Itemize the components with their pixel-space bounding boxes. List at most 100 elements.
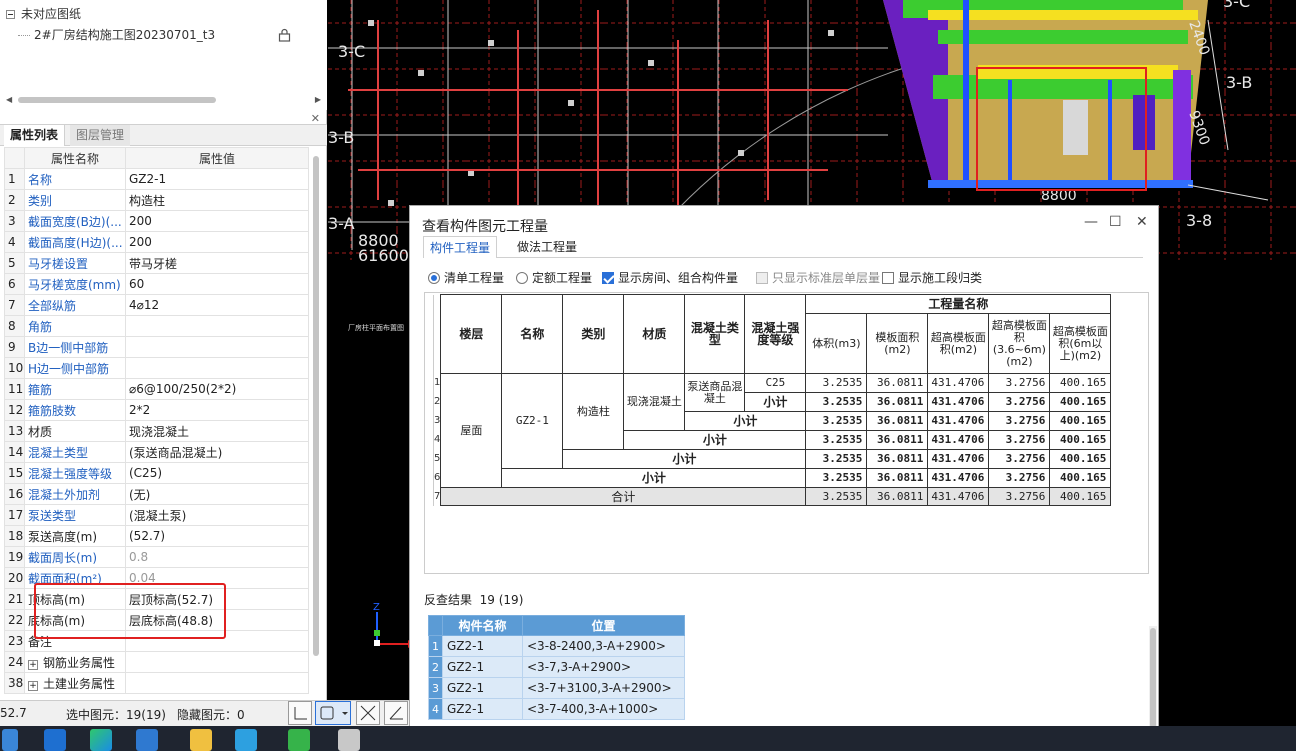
property-row[interactable]: 15 混凝土强度等级 (C25) [4, 462, 309, 484]
vertical-scrollbar[interactable] [1149, 626, 1157, 731]
property-row[interactable]: 16 混凝土外加剂 (无) [4, 483, 309, 505]
property-value[interactable]: (混凝土泵) [125, 504, 309, 526]
tab-property-list[interactable]: 属性列表 [4, 125, 66, 146]
app-icon[interactable] [235, 729, 257, 751]
vertical-scrollbar[interactable] [312, 150, 320, 660]
row-number: 1 [4, 168, 25, 190]
property-row[interactable]: 13 材质 现浇混凝土 [4, 420, 309, 442]
property-value[interactable]: 200 [125, 231, 309, 253]
property-value[interactable] [125, 315, 309, 337]
wechat-icon[interactable] [288, 729, 310, 751]
tree-node-drawing[interactable]: 2#厂房结构施工图20230701_t3 [18, 25, 303, 45]
option-label: 显示房间、组合构件量 [618, 271, 739, 285]
ding-e-radio[interactable]: 定额工程量 [516, 269, 592, 287]
property-name: 截面周长(m) [24, 546, 126, 568]
table-row[interactable]: 3 GZ2-1 <3-7+3100,3-A+2900> [428, 677, 685, 699]
property-row[interactable]: 38 + 土建业务属性 [4, 672, 309, 694]
ortho-tool-icon[interactable] [288, 701, 312, 725]
property-name: 截面宽度(B边)(... [24, 210, 126, 232]
property-row[interactable]: 7 全部纵筋 4⌀12 [4, 294, 309, 316]
property-value[interactable]: 60 [125, 273, 309, 295]
select-mode-icon[interactable] [315, 701, 351, 725]
collapse-icon[interactable] [6, 10, 15, 19]
property-value[interactable]: 带马牙槎 [125, 252, 309, 274]
row-number: 5 [4, 252, 25, 274]
property-row[interactable]: 4 截面高度(H边)(... 200 [4, 231, 309, 253]
property-value[interactable]: 2*2 [125, 399, 309, 421]
property-row[interactable]: 6 马牙槎宽度(mm) 60 [4, 273, 309, 295]
stage-checkbox[interactable]: 显示施工段归类 [882, 269, 982, 287]
property-row[interactable]: 5 马牙槎设置 带马牙槎 [4, 252, 309, 274]
angle-tool-icon[interactable] [384, 701, 408, 725]
calculator-icon[interactable] [338, 729, 360, 751]
app-icon[interactable] [2, 729, 18, 751]
table-row[interactable]: 1 GZ2-1 <3-8-2400,3-A+2900> [428, 635, 685, 657]
property-value[interactable]: 4⌀12 [125, 294, 309, 316]
cell-high-formwork-6: 400.165 [1049, 468, 1112, 488]
quantity-table-area: 楼层 名称 类别 材质 混凝土类型 混凝土强度等级 工程量名称 体积(m3) 模… [424, 292, 1149, 574]
scroll-thumb[interactable] [1150, 628, 1156, 728]
property-value[interactable] [125, 357, 309, 379]
scroll-thumb[interactable] [18, 97, 216, 103]
row-number [432, 294, 441, 374]
property-row[interactable]: 9 B边一侧中部筋 [4, 336, 309, 358]
tab-method-quantity[interactable]: 做法工程量 [511, 236, 583, 258]
property-row[interactable]: 19 截面周长(m) 0.8 [4, 546, 309, 568]
table-row[interactable]: 4 GZ2-1 <3-7-400,3-A+1000> [428, 698, 685, 720]
property-value[interactable]: ⌀6@100/250(2*2) [125, 378, 309, 400]
component-name: GZ2-1 [442, 635, 523, 657]
cross-select-icon[interactable] [356, 701, 380, 725]
property-row[interactable]: 10 H边一侧中部筋 [4, 357, 309, 379]
property-value[interactable] [125, 651, 309, 673]
property-row[interactable]: 12 箍筋肢数 2*2 [4, 399, 309, 421]
property-row[interactable]: 8 角筋 [4, 315, 309, 337]
coordinate-axis-icon: Z [373, 602, 413, 648]
option-label: 定额工程量 [532, 271, 593, 285]
std-floor-checkbox[interactable]: 只显示标准层单层量 [756, 269, 880, 287]
expand-icon[interactable]: + [28, 680, 38, 691]
qingdan-radio[interactable]: 清单工程量 [428, 269, 504, 287]
property-name-label: 钢筋业务属性 [43, 655, 116, 670]
svg-text:Z: Z [373, 602, 380, 613]
minimize-icon[interactable]: — [1084, 214, 1098, 230]
app-icon[interactable] [136, 729, 158, 751]
table-row[interactable]: 2 GZ2-1 <3-7,3-A+2900> [428, 656, 685, 678]
show-room-checkbox[interactable]: 显示房间、组合构件量 [602, 269, 738, 287]
cell-high-formwork-36-6: 3.2756 [988, 487, 1051, 506]
cell-formwork: 36.0811 [866, 392, 929, 412]
scroll-thumb[interactable] [313, 156, 319, 656]
property-value[interactable]: (无) [125, 483, 309, 505]
property-value[interactable]: GZ2-1 [125, 168, 309, 190]
property-value[interactable]: (C25) [125, 462, 309, 484]
property-row[interactable]: 3 截面宽度(B边)(... 200 [4, 210, 309, 232]
property-value[interactable]: (52.7) [125, 525, 309, 547]
maximize-icon[interactable]: ☐ [1109, 214, 1122, 230]
app-icon[interactable] [44, 729, 66, 751]
property-value[interactable] [125, 672, 309, 694]
scroll-left-icon[interactable]: ◀ [6, 95, 12, 105]
edge-browser-icon[interactable] [90, 729, 112, 751]
property-value[interactable]: (泵送商品混凝土) [125, 441, 309, 463]
property-value[interactable]: 0.8 [125, 546, 309, 568]
tree-node-unmatched[interactable]: 未对应图纸 [6, 4, 81, 24]
tab-component-quantity[interactable]: 构件工程量 [423, 236, 498, 258]
property-row[interactable]: 24 + 钢筋业务属性 [4, 651, 309, 673]
folder-icon[interactable] [190, 729, 212, 751]
property-row[interactable]: 2 类别 构造柱 [4, 189, 309, 211]
property-value[interactable]: 200 [125, 210, 309, 232]
property-row[interactable]: 18 泵送高度(m) (52.7) [4, 525, 309, 547]
tab-layer-management[interactable]: 图层管理 [70, 125, 131, 146]
property-row[interactable]: 14 混凝土类型 (泵送商品混凝土) [4, 441, 309, 463]
property-row[interactable]: 11 箍筋 ⌀6@100/250(2*2) [4, 378, 309, 400]
property-value[interactable]: 构造柱 [125, 189, 309, 211]
lock-icon[interactable] [278, 28, 291, 42]
property-row[interactable]: 17 泵送类型 (混凝土泵) [4, 504, 309, 526]
horizontal-scrollbar[interactable]: ◀ ▶ [6, 95, 321, 105]
property-tabs: 属性列表 图层管理 [0, 124, 327, 146]
property-value[interactable] [125, 336, 309, 358]
scroll-right-icon[interactable]: ▶ [315, 95, 321, 105]
close-icon[interactable]: ✕ [1136, 214, 1148, 230]
property-value[interactable]: 现浇混凝土 [125, 420, 309, 442]
property-row[interactable]: 1 名称 GZ2-1 [4, 168, 309, 190]
expand-icon[interactable]: + [28, 659, 38, 670]
